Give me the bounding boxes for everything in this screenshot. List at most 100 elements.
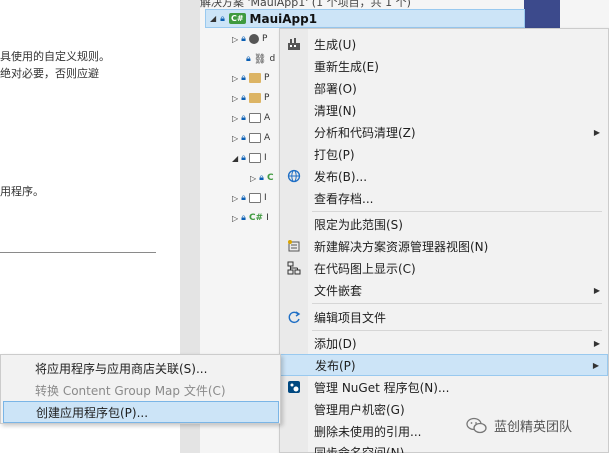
lock-icon: 🔒︎ [241, 133, 246, 143]
xaml-file-icon [248, 133, 261, 143]
tree-node-label: A [263, 133, 271, 143]
submenu-item-label: 创建应用程序包(P)... [36, 405, 149, 420]
tree-node[interactable]: 🔒︎ ⛓ d [246, 51, 275, 67]
collapse-triangle-icon[interactable]: ▷ [232, 74, 238, 83]
accent-strip [524, 0, 560, 28]
menu-item-publish-p[interactable]: 发布(P) ▶ [280, 354, 608, 376]
menu-item-label: 清理(N) [314, 103, 357, 118]
collapse-triangle-icon[interactable]: ▷ [250, 174, 256, 183]
menu-item-analyze[interactable]: 分析和代码清理(Z) ▶ [280, 121, 608, 143]
menu-item-label: 生成(U) [314, 37, 357, 52]
doc-text-line: 用程序。 [0, 185, 44, 198]
divider [0, 252, 156, 253]
collapse-triangle-icon[interactable]: ▷ [232, 194, 238, 203]
menu-item-view-archive[interactable]: 查看存档... [280, 187, 608, 209]
menu-item-label: 文件嵌套 [314, 283, 363, 298]
xaml-file-icon [248, 153, 261, 163]
tree-node[interactable]: ◢ 🔒︎ I [232, 150, 267, 166]
menu-item-new-view[interactable]: 新建解决方案资源管理器视图(N) [280, 235, 608, 257]
menu-item-deploy[interactable]: 部署(O) [280, 77, 608, 99]
menu-item-label: 添加(D) [314, 336, 357, 351]
submenu-item-label: 转换 Content Group Map 文件(C) [35, 383, 226, 398]
tree-node[interactable]: ▷ 🔒︎ P [232, 90, 269, 106]
edit-icon [280, 310, 308, 324]
menu-item-sync-namespaces[interactable]: 同步命名空间(N) [280, 442, 608, 453]
menu-item-label: 管理用户机密(G) [314, 402, 405, 417]
tree-node-label: C [266, 173, 274, 183]
submenu-item-label: 将应用程序与应用商店关联(S)... [35, 361, 208, 376]
tree-node-label: d [269, 54, 276, 64]
tree-node-label: I [263, 193, 267, 203]
menu-item-label: 发布(B)... [314, 169, 368, 184]
code-map-icon [280, 261, 308, 275]
solution-label: 解决方案 'MauiApp1' (1 个项目，共 1 个) [200, 0, 411, 9]
menu-item-label: 同步命名空间(N) [314, 446, 405, 453]
menu-item-label: 限定为此范围(S) [314, 217, 403, 232]
menu-separator [312, 211, 602, 212]
wechat-logo-icon [466, 417, 488, 435]
nuget-icon [280, 380, 308, 394]
collapse-triangle-icon[interactable]: ▷ [232, 214, 238, 223]
lock-icon: 🔒︎ [241, 93, 246, 103]
menu-item-file-nesting[interactable]: 文件嵌套 ▶ [280, 279, 608, 301]
tree-node[interactable]: ▷ 🔒︎ I [232, 190, 267, 206]
tree-node-label: A [263, 113, 271, 123]
project-node[interactable]: ◢ 🔒︎ C# MauiApp1 [205, 9, 525, 28]
menu-item-label: 新建解决方案资源管理器视图(N) [314, 239, 489, 254]
tree-node-label: I [263, 153, 267, 163]
menu-item-add[interactable]: 添加(D) ▶ [280, 332, 608, 354]
menu-item-scope[interactable]: 限定为此范围(S) [280, 213, 608, 235]
folder-icon [248, 93, 261, 103]
tree-node-label: P [263, 73, 270, 83]
csharp-project-icon: C# [228, 13, 246, 24]
tree-node[interactable]: ▷ 🔒︎ A [232, 130, 270, 146]
doc-text-line: 绝对必要，否则应避 [0, 67, 99, 80]
globe-icon [280, 169, 308, 183]
menu-item-edit-project[interactable]: 编辑项目文件 [280, 306, 608, 328]
collapse-triangle-icon[interactable]: ▷ [232, 134, 238, 143]
collapse-triangle-icon[interactable]: ▷ [232, 35, 238, 44]
watermark-text: 蓝创精英团队 [494, 420, 573, 435]
submenu-arrow-icon: ▶ [592, 360, 599, 370]
submenu-arrow-icon: ▶ [593, 285, 600, 295]
menu-separator [312, 330, 602, 331]
tree-node[interactable]: ▷ 🔒︎ P [232, 31, 267, 47]
csharp-file-icon: C# [248, 213, 264, 223]
lock-icon: 🔒︎ [241, 213, 246, 223]
menu-item-build[interactable]: 生成(U) [280, 33, 608, 55]
submenu-arrow-icon: ▶ [593, 127, 600, 137]
submenu-item-convert-content-group-map: 转换 Content Group Map 文件(C) [3, 379, 279, 401]
menu-item-label: 删除未使用的引用... [314, 424, 422, 439]
tree-node[interactable]: ▷ 🔒︎ C# I [232, 210, 269, 226]
menu-item-code-map[interactable]: 在代码图上显示(C) [280, 257, 608, 279]
submenu-arrow-icon: ▶ [593, 338, 600, 348]
menu-item-label: 在代码图上显示(C) [314, 261, 416, 276]
menu-item-publish-b[interactable]: 发布(B)... [280, 165, 608, 187]
expand-triangle-icon[interactable]: ◢ [210, 14, 216, 23]
tree-node[interactable]: ▷ 🔒︎ A [232, 110, 270, 126]
menu-item-rebuild[interactable]: 重新生成(E) [280, 55, 608, 77]
tree-node[interactable]: ▷ 🔒︎ P [232, 70, 269, 86]
menu-item-nuget[interactable]: 管理 NuGet 程序包(N)... [280, 376, 608, 398]
expand-triangle-icon[interactable]: ◢ [232, 154, 238, 163]
xaml-file-icon [248, 113, 261, 123]
publish-submenu: 将应用程序与应用商店关联(S)... 转换 Content Group Map … [0, 354, 281, 424]
collapse-triangle-icon[interactable]: ▷ [232, 114, 238, 123]
project-context-menu: 生成(U) 重新生成(E) 部署(O) 清理(N) 分析和代码清理(Z) ▶ 打… [279, 28, 609, 453]
submenu-item-associate-store[interactable]: 将应用程序与应用商店关联(S)... [3, 357, 279, 379]
tree-node-label: P [261, 34, 268, 44]
collapse-triangle-icon[interactable]: ▷ [232, 94, 238, 103]
tree-node-label: I [266, 213, 269, 223]
lock-icon: 🔒︎ [259, 173, 264, 183]
menu-item-label: 重新生成(E) [314, 59, 379, 74]
menu-item-label: 编辑项目文件 [314, 310, 387, 325]
menu-item-label: 发布(P) [315, 358, 356, 373]
tree-node[interactable]: ▷ 🔒︎ C [250, 170, 274, 186]
lock-icon: 🔒︎ [246, 54, 251, 64]
manifest-icon [248, 193, 261, 203]
menu-item-pack[interactable]: 打包(P) [280, 143, 608, 165]
menu-item-clean[interactable]: 清理(N) [280, 99, 608, 121]
folder-icon [248, 73, 261, 83]
submenu-item-create-app-package[interactable]: 创建应用程序包(P)... [3, 401, 279, 423]
solution-node[interactable]: 解决方案 'MauiApp1' (1 个项目，共 1 个) [200, 0, 411, 9]
